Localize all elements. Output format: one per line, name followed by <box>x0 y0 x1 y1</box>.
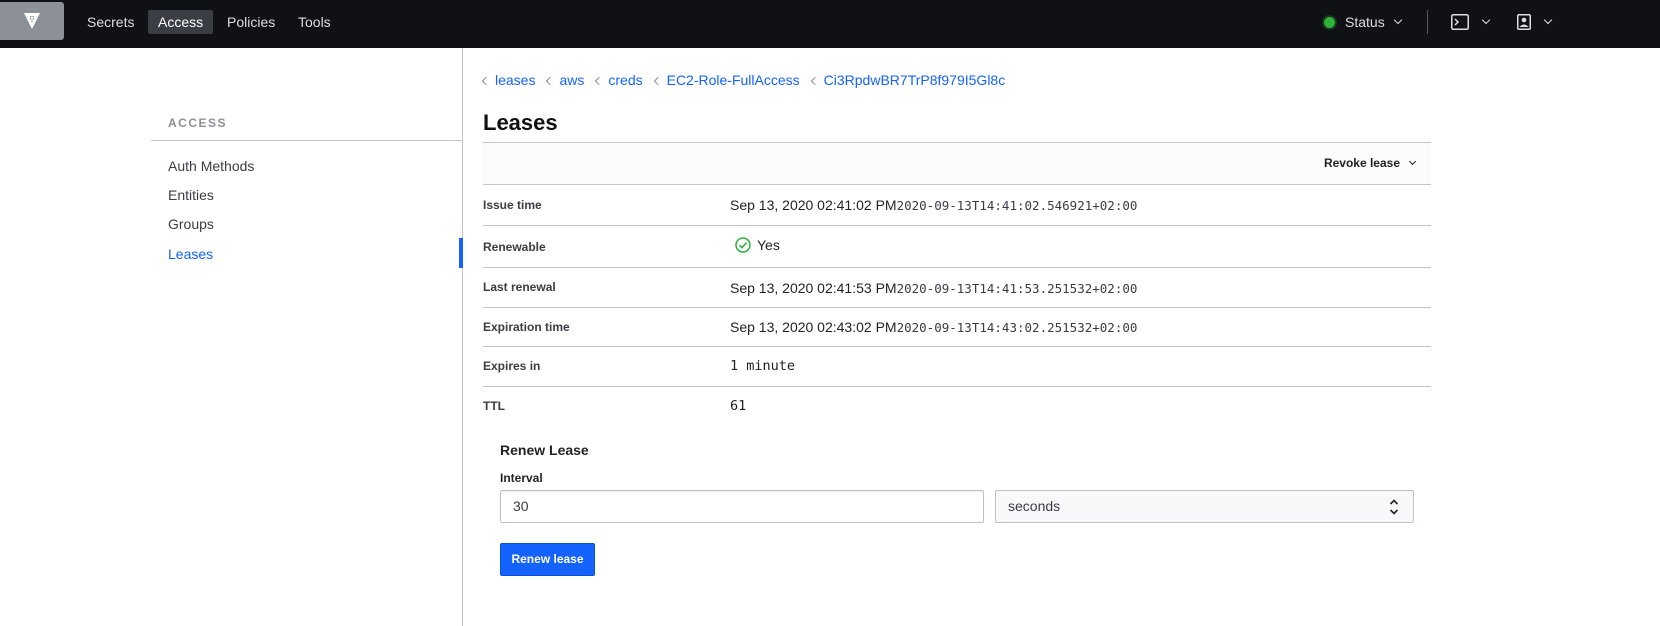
chevron-down-icon <box>1543 15 1553 25</box>
detail-row-expires-in: Expires in 1 minute <box>483 347 1431 387</box>
breadcrumb-item-lease-id[interactable]: Ci3RpdwBR7TrP8f979I5Gl8c <box>810 72 1005 88</box>
ttl-value: 61 <box>730 398 747 414</box>
user-icon <box>1517 14 1531 30</box>
chevron-down-icon <box>1408 157 1417 166</box>
expiration-time-iso: 2020-09-13T14:43:02.251532+02:00 <box>896 319 1138 335</box>
chevron-left-icon <box>810 76 819 85</box>
row-value: Sep 13, 2020 02:41:02 PM 2020-09-13T14:41… <box>730 197 1137 213</box>
detail-row-issue-time: Issue time Sep 13, 2020 02:41:02 PM 2020-… <box>483 185 1431 226</box>
nav-link-secrets[interactable]: Secrets <box>77 10 144 34</box>
row-value: Sep 13, 2020 02:43:02 PM 2020-09-13T14:43… <box>730 319 1137 335</box>
chevron-left-icon <box>546 76 555 85</box>
breadcrumb: leases aws creds EC2-Role-FullAccess Ci3… <box>481 71 1017 89</box>
status-label: Status <box>1345 14 1385 30</box>
issue-time-value: Sep 13, 2020 02:41:02 PM <box>730 197 897 213</box>
renew-lease-button[interactable]: Renew lease <box>500 543 595 576</box>
row-label: Expires in <box>483 359 541 373</box>
sidebar: ACCESS Auth Methods Entities Groups Leas… <box>0 48 463 626</box>
nav-divider <box>1427 10 1428 34</box>
expires-in-value: 1 minute <box>730 358 796 374</box>
detail-row-ttl: TTL 61 <box>483 387 1431 427</box>
user-menu-button[interactable] <box>1517 12 1553 32</box>
row-label: Renewable <box>483 240 546 254</box>
top-nav: Secrets Access Policies Tools Status <box>0 0 1660 48</box>
sidebar-divider <box>151 140 463 141</box>
chevron-left-icon <box>481 76 491 85</box>
breadcrumb-item-role[interactable]: EC2-Role-FullAccess <box>653 72 800 88</box>
sidebar-heading: ACCESS <box>168 116 228 130</box>
detail-row-renewable: Renewable Yes <box>483 226 1431 268</box>
sidebar-item-leases[interactable]: Leases <box>168 246 213 262</box>
row-label: Issue time <box>483 198 542 212</box>
row-label: TTL <box>483 399 505 413</box>
select-arrows-icon <box>1389 499 1399 515</box>
toolbar: Revoke lease <box>483 142 1431 185</box>
breadcrumb-item-creds[interactable]: creds <box>595 72 643 88</box>
breadcrumb-item-aws[interactable]: aws <box>546 72 584 88</box>
vault-logo-icon[interactable] <box>0 2 64 40</box>
row-label: Expiration time <box>483 320 570 334</box>
row-value: Yes <box>735 237 780 253</box>
last-renewal-iso: 2020-09-13T14:41:53.251532+02:00 <box>896 280 1138 296</box>
last-renewal-value: Sep 13, 2020 02:41:53 PM <box>730 280 897 296</box>
revoke-lease-button[interactable]: Revoke lease <box>1323 156 1417 170</box>
nav-link-access[interactable]: Access <box>148 10 214 34</box>
revoke-lease-label: Revoke lease <box>1323 156 1400 170</box>
sidebar-active-indicator <box>459 238 463 268</box>
chevron-down-icon <box>1481 15 1491 25</box>
status-menu[interactable]: Status <box>1324 12 1402 32</box>
issue-time-iso: 2020-09-13T14:41:02.546921+02:00 <box>896 197 1138 213</box>
row-value: Sep 13, 2020 02:41:53 PM 2020-09-13T14:41… <box>730 280 1137 296</box>
row-label: Last renewal <box>483 280 556 294</box>
unit-select-value: seconds <box>1008 498 1061 514</box>
detail-row-expiration-time: Expiration time Sep 13, 2020 02:43:02 PM… <box>483 308 1431 347</box>
interval-unit-select[interactable]: seconds <box>995 490 1414 523</box>
expiration-time-value: Sep 13, 2020 02:43:02 PM <box>730 319 897 335</box>
chevron-left-icon <box>595 76 604 85</box>
check-circle-icon <box>735 237 751 253</box>
detail-row-last-renewal: Last renewal Sep 13, 2020 02:41:53 PM 202… <box>483 268 1431 308</box>
terminal-icon <box>1451 14 1469 30</box>
renewable-value: Yes <box>757 237 780 253</box>
sidebar-item-entities[interactable]: Entities <box>168 187 214 203</box>
nav-link-tools[interactable]: Tools <box>288 10 341 34</box>
sidebar-item-groups[interactable]: Groups <box>168 216 214 232</box>
nav-link-policies[interactable]: Policies <box>217 10 285 34</box>
status-indicator-icon <box>1324 16 1335 28</box>
chevron-left-icon <box>653 76 662 85</box>
renew-lease-heading: Renew Lease <box>500 442 589 458</box>
interval-label: Interval <box>500 471 543 485</box>
chevron-down-icon <box>1393 15 1402 25</box>
interval-input[interactable]: 30 <box>500 490 984 523</box>
console-menu-button[interactable] <box>1451 12 1491 32</box>
breadcrumb-item-leases[interactable]: leases <box>481 72 535 88</box>
page-title: Leases <box>483 110 558 135</box>
sidebar-item-auth-methods[interactable]: Auth Methods <box>168 158 254 174</box>
